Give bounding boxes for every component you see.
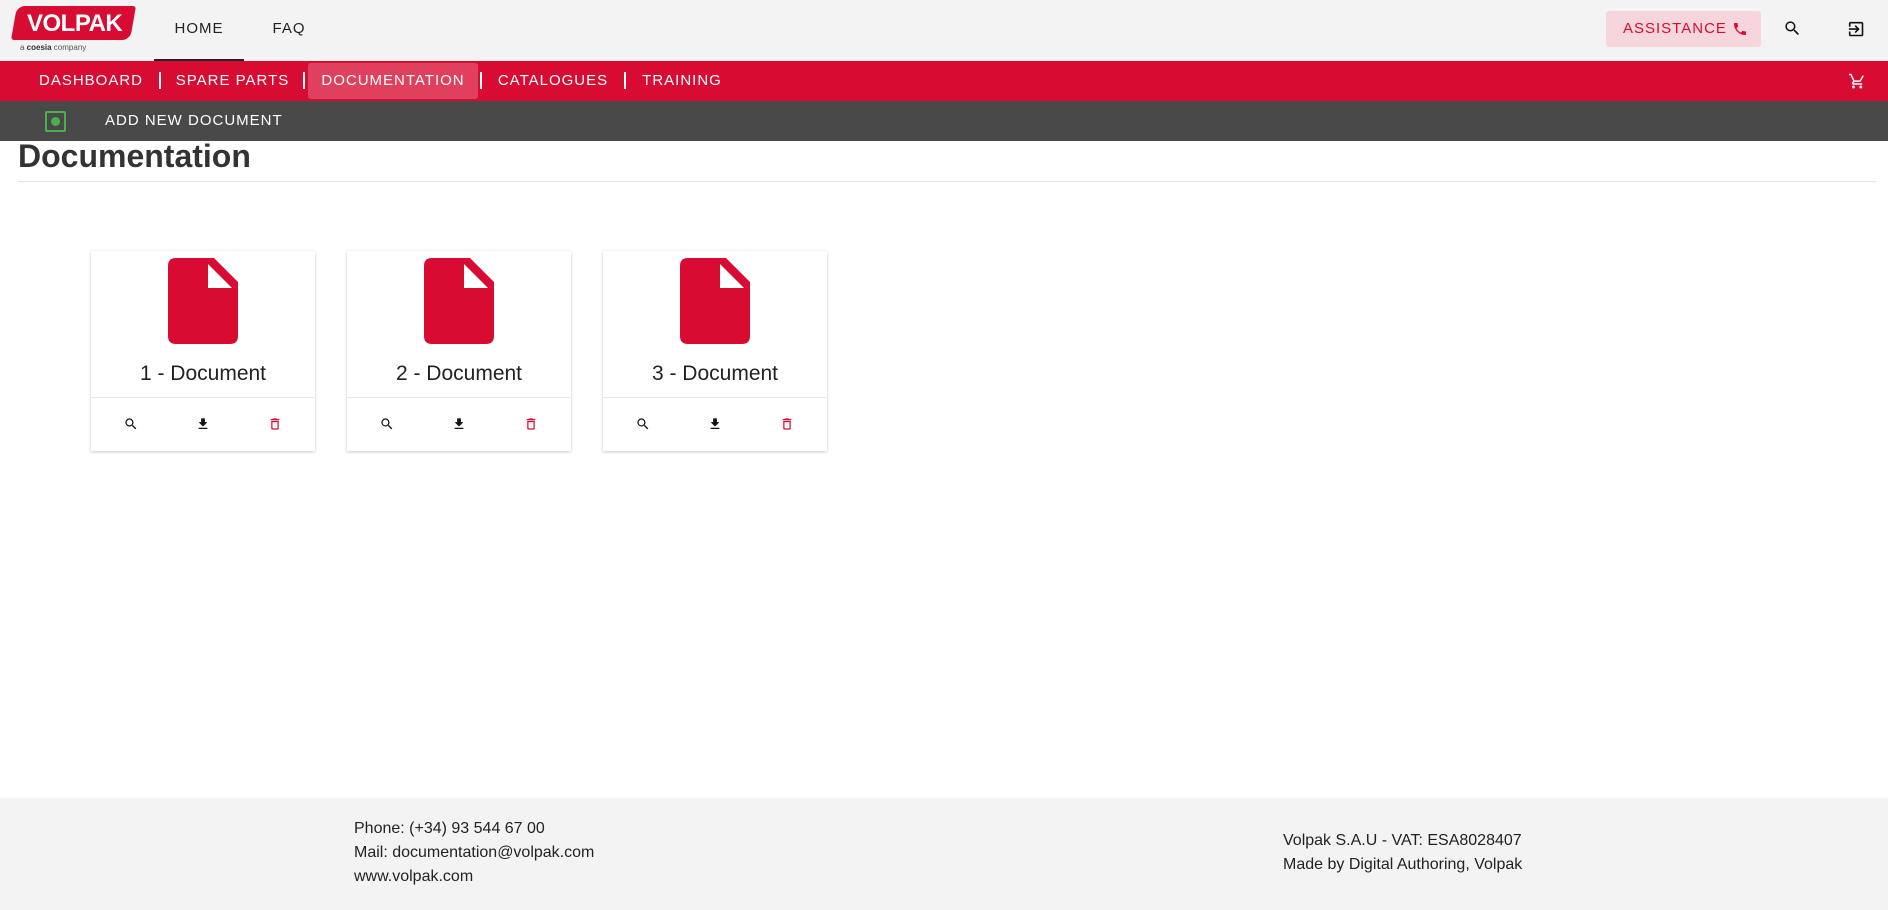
download-document-button[interactable] [449,414,469,434]
nav-separator [303,72,305,89]
add-icon[interactable] [45,111,66,132]
trash-icon [270,418,280,430]
document-card[interactable]: 3 - Document [603,251,827,451]
action-bar: ADD NEW DOCUMENT [0,101,1888,141]
logo-subtitle: a coesia company [20,43,87,52]
footer-company: Volpak S.A.U - VAT: ESA8028407 [1283,832,1522,849]
document-icon [680,258,750,344]
document-card[interactable]: 2 - Document [347,251,571,451]
view-document-button[interactable] [633,414,653,434]
document-icon [168,258,238,344]
download-icon [198,418,208,429]
download-icon [454,418,464,429]
main-nav: DASHBOARD SPARE PARTS DOCUMENTATION CATA… [0,61,1888,101]
search-icon [381,418,393,430]
document-card[interactable]: 1 - Document [91,251,315,451]
cart-icon[interactable] [1846,70,1868,92]
download-document-button[interactable] [193,414,213,434]
delete-document-button[interactable] [521,414,541,434]
logo-text: VOLPAK [27,10,123,37]
download-icon [710,418,720,429]
view-document-button[interactable] [377,414,397,434]
nav-separator [159,72,161,89]
search-icon[interactable] [1781,17,1805,41]
assistance-button[interactable]: ASSISTANCE [1606,11,1761,47]
title-divider [18,181,1876,182]
nav-training[interactable]: TRAINING [634,63,730,99]
topnav-home[interactable]: HOME [154,0,244,61]
top-bar: VOLPAK a coesia company HOME FAQ ASSISTA… [0,0,1888,61]
card-divider [347,397,571,398]
document-title: 1 - Document [139,362,267,385]
footer-mail[interactable]: Mail: documentation@volpak.com [354,844,594,862]
add-new-document-button[interactable]: ADD NEW DOCUMENT [105,101,283,141]
nav-dashboard[interactable]: DASHBOARD [31,63,151,99]
logout-icon[interactable] [1844,17,1868,41]
footer: Phone: (+34) 93 544 67 00 Mail: document… [0,798,1888,910]
document-icon [424,258,494,344]
footer-website[interactable]: www.volpak.com [354,868,473,886]
trash-icon [782,418,792,430]
topnav-faq[interactable]: FAQ [262,0,316,61]
assistance-label: ASSISTANCE [1623,20,1727,37]
volpak-logo[interactable]: VOLPAK a coesia company [11,6,136,54]
page-title: Documentation [18,138,251,174]
footer-made-by: Made by Digital Authoring, Volpak [1283,856,1523,873]
nav-catalogues[interactable]: CATALOGUES [490,63,616,99]
card-divider [91,397,315,398]
delete-document-button[interactable] [777,414,797,434]
nav-separator [480,72,482,89]
delete-document-button[interactable] [265,414,285,434]
phone-icon [1734,23,1746,35]
nav-separator [624,72,626,89]
footer-phone: Phone: (+34) 93 544 67 00 [354,820,545,837]
trash-icon [526,418,536,430]
download-document-button[interactable] [705,414,725,434]
view-document-button[interactable] [121,414,141,434]
search-icon [637,418,649,430]
nav-spare-parts[interactable]: SPARE PARTS [170,63,295,99]
search-icon [125,418,137,430]
document-title: 2 - Document [395,362,523,385]
document-title: 3 - Document [651,362,779,385]
card-divider [603,397,827,398]
nav-documentation[interactable]: DOCUMENTATION [308,63,478,99]
